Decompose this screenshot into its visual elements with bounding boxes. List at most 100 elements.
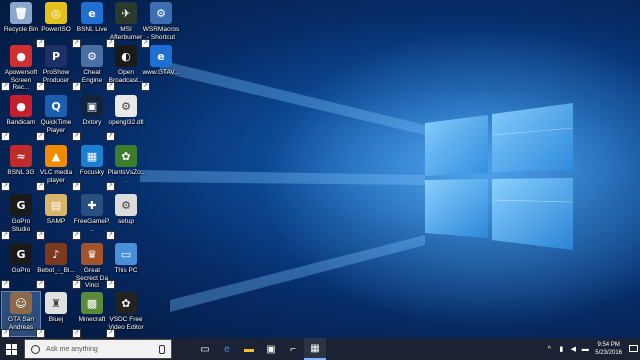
app-icon: ≈: [10, 145, 32, 167]
desktop-icon[interactable]: ♪ ↗ Bebot_-_Bl...: [36, 243, 75, 289]
desktop-icon[interactable]: ◎ ↗ PowerISO: [36, 2, 75, 48]
desktop-icon[interactable]: ● ↗ Apowersoft Screen Rec...: [1, 45, 40, 91]
desktop-icon[interactable]: ☺ ↗ GTA San Andreas: [1, 291, 41, 338]
desktop-icon-label: opengl32.dll: [108, 119, 144, 126]
shortcut-arrow-icon: ↗: [36, 231, 45, 240]
desktop-icon[interactable]: ▲ ↗ VLC media player: [36, 145, 75, 191]
app-icon: ✈: [115, 2, 137, 24]
search-box[interactable]: Ask me anything: [24, 339, 172, 359]
desktop-icon[interactable]: 🗑 Recycle Bin: [2, 2, 40, 46]
taskbar-store-button[interactable]: ▣: [260, 338, 282, 360]
shortcut-arrow-icon: ↗: [1, 82, 10, 91]
shortcut-arrow-icon: ↗: [36, 329, 45, 338]
desktop-icon[interactable]: ▭ ↗ This PC: [106, 243, 145, 289]
desktop-icon[interactable]: ◐ ↗ Open Broadcast...: [106, 45, 145, 91]
shortcut-arrow-icon: ↗: [106, 231, 115, 240]
desktop-icon-label: Bebot_-_Bl...: [37, 267, 75, 274]
app-icon: ▲: [45, 145, 67, 167]
shortcut-arrow-icon: ↗: [36, 82, 45, 91]
desktop-icon-label: Minecraft: [78, 316, 106, 323]
app5-icon: ⌐: [290, 343, 296, 355]
app6-icon: ▦: [310, 342, 320, 354]
app-icon: ♛: [81, 243, 103, 265]
app-icon: ⚙: [115, 95, 137, 117]
desktop-icon[interactable]: ● ↗ Bandicam: [1, 95, 40, 141]
shortcut-arrow-icon: ↗: [1, 182, 10, 191]
taskbar-file-explorer-button[interactable]: ▬: [238, 338, 260, 360]
app-icon: 🗑: [10, 2, 32, 24]
desktop-icon[interactable]: ▤ ↗ SAMP: [36, 194, 75, 240]
desktop[interactable]: 🗑 Recycle Bin ◎ ↗ PowerISO e ↗ BSNL Live ✈ ↗ MSI A…: [0, 0, 640, 338]
desktop-icon[interactable]: ♜ ↗ Bluej: [36, 292, 75, 338]
desktop-icon-label: Bluej: [48, 316, 64, 323]
desktop-icon[interactable]: e ↗ www.GTAV...: [141, 45, 180, 91]
taskbar-app6-button[interactable]: ▦: [304, 338, 326, 360]
desktop-icon-label: This PC: [114, 267, 138, 274]
app-icon: Q: [45, 95, 67, 117]
app-icon: ⚙: [115, 194, 137, 216]
cortana-icon: [31, 344, 40, 354]
app-icon: ▦: [81, 145, 103, 167]
shortcut-arrow-icon: ↗: [36, 280, 45, 289]
shortcut-arrow-icon: ↗: [106, 280, 115, 289]
keyboard-icon[interactable]: ▬: [579, 338, 591, 360]
chevron-up-icon[interactable]: ^: [543, 338, 555, 360]
taskbar-task-view-button[interactable]: ▭: [194, 338, 216, 360]
network-icon[interactable]: ▮: [555, 338, 567, 360]
desktop-icon[interactable]: P ↗ ProShow Producer: [36, 45, 75, 91]
taskbar: Ask me anything ▭ e ▬ ▣ ⌐ ▦ ^ ▮ ◀ ▬ 9:54 PM 5…: [0, 338, 640, 360]
shortcut-arrow-icon: ↗: [36, 132, 45, 141]
start-button[interactable]: [0, 338, 22, 360]
system-tray: ^ ▮ ◀ ▬ 9:54 PM 5/23/2016: [543, 338, 640, 360]
clock-date: 5/23/2016: [595, 350, 622, 356]
desktop-icon[interactable]: ✿ ↗ PlantsVsZo...: [106, 145, 145, 191]
desktop-icon[interactable]: G ↗ GoPro: [1, 243, 40, 289]
desktop-icon[interactable]: ≈ ↗ BSNL 3G: [1, 145, 40, 191]
shortcut-arrow-icon: ↗: [1, 231, 10, 240]
shortcut-arrow-icon: ↗: [72, 231, 81, 240]
desktop-icon-label: GoPro: [11, 267, 31, 274]
desktop-icon-label: www.GTAV...: [142, 69, 180, 76]
app-icon: ✿: [115, 145, 137, 167]
app-icon: ●: [10, 95, 32, 117]
clock[interactable]: 9:54 PM 5/23/2016: [591, 341, 626, 357]
shortcut-arrow-icon: ↗: [72, 280, 81, 289]
desktop-icon-label: Recycle Bin: [3, 26, 39, 33]
desktop-icon-label: Dxtory: [82, 119, 102, 126]
desktop-icon[interactable]: ✿ ↗ VSDC Free Video Editor: [106, 292, 145, 338]
shortcut-arrow-icon: ↗: [106, 132, 115, 141]
desktop-icon[interactable]: ✈ ↗ MSI Afterburner: [106, 2, 145, 48]
microphone-icon[interactable]: [159, 344, 165, 354]
desktop-icon[interactable]: Q ↗ QuickTime Player: [36, 95, 75, 141]
desktop-icon-label: PowerISO: [41, 26, 71, 33]
desktop-icon[interactable]: G ↗ GoPro Studio: [1, 194, 40, 240]
desktop-icon-label: BSNL Live: [76, 26, 108, 33]
shortcut-arrow-icon: ↗: [72, 329, 81, 338]
app-icon: G: [10, 194, 32, 216]
store-icon: ▣: [266, 343, 276, 355]
windows-logo-icon: [5, 343, 17, 355]
desktop-icon[interactable]: ⚙ ↗ setup: [106, 194, 145, 240]
app-icon: ◐: [115, 45, 137, 67]
app-icon: ✚: [81, 194, 103, 216]
clock-time: 9:54 PM: [597, 342, 620, 348]
volume-icon[interactable]: ◀: [567, 338, 579, 360]
taskbar-app5-button[interactable]: ⌐: [282, 338, 304, 360]
desktop-icon-label: Focusky: [79, 169, 105, 176]
taskbar-edge-button[interactable]: e: [216, 338, 238, 360]
desktop-icon[interactable]: ⚙ ↗ WSRMacros - Shortcut: [141, 2, 180, 48]
shortcut-arrow-icon: ↗: [106, 329, 115, 338]
action-center-icon[interactable]: [626, 338, 640, 360]
app-icon: ▣: [81, 95, 103, 117]
shortcut-arrow-icon: ↗: [1, 132, 10, 141]
app-icon: ⚙: [81, 45, 103, 67]
edge-icon: e: [224, 343, 230, 355]
desktop-icon[interactable]: ⚙ ↗ opengl32.dll: [106, 95, 145, 141]
desktop-icon-label: Bandicam: [6, 119, 36, 126]
app-icon: ✿: [115, 292, 137, 314]
shortcut-arrow-icon: ↗: [106, 82, 115, 91]
shortcut-arrow-icon: ↗: [1, 280, 10, 289]
search-placeholder: Ask me anything: [46, 345, 98, 353]
desktop-icon-label: BSNL 3G: [7, 169, 35, 176]
app-icon: ▭: [115, 243, 137, 265]
